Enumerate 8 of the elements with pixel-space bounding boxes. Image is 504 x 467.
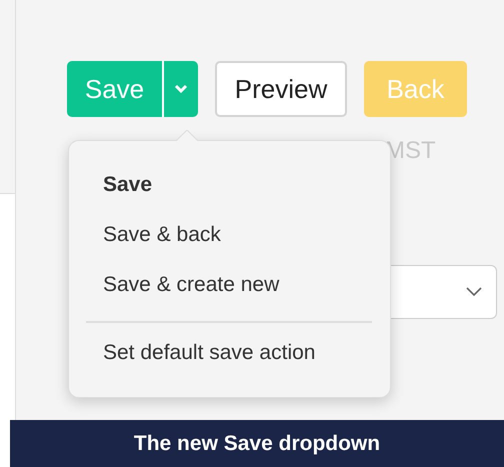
chevron-down-icon bbox=[174, 84, 188, 94]
menu-item[interactable]: Set default save action bbox=[103, 331, 316, 381]
chevron-down-icon bbox=[466, 287, 482, 297]
menu-item[interactable]: Save & create new bbox=[103, 263, 280, 313]
menu-item[interactable]: Save bbox=[103, 163, 152, 213]
preview-button[interactable]: Preview bbox=[215, 61, 347, 117]
caption-banner: The new Save dropdown bbox=[10, 420, 504, 467]
menu-item[interactable]: Save & back bbox=[103, 213, 221, 263]
